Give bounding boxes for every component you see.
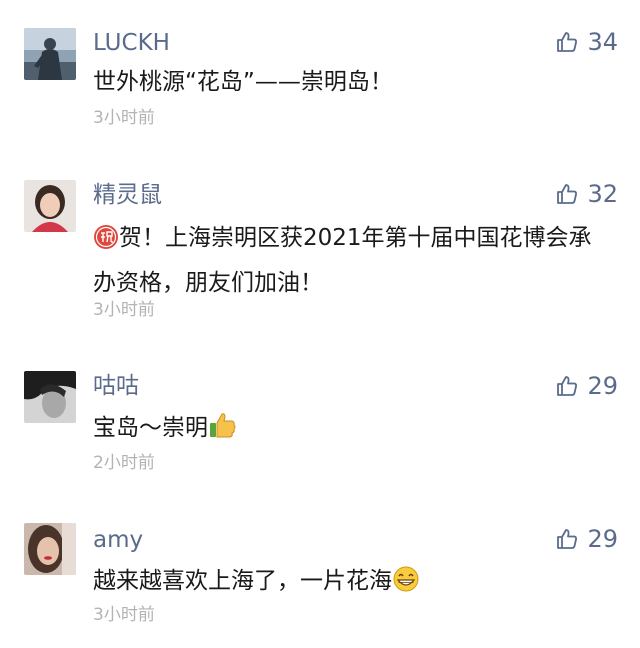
username[interactable]: 咕咕 [93, 372, 139, 400]
like-button[interactable]: 29 [555, 372, 618, 400]
comment-text: 世外桃源“花岛”——崇明岛！ [93, 69, 393, 95]
username[interactable]: LUCKH [93, 29, 170, 57]
comment-text: 贺！上海崇明区获2021年第十届中国花博会承办资格，朋友们加油！ [93, 218, 613, 303]
comment-text-content: 宝岛～崇明 [93, 415, 208, 441]
like-button[interactable]: 34 [555, 28, 618, 56]
comment-text: 越来越喜欢上海了，一片花海 [93, 561, 613, 606]
congratulations-emoji [93, 223, 119, 263]
comment-text-content: 贺！上海崇明区获2021年第十届中国花博会承办资格，朋友们加油！ [93, 225, 592, 296]
like-button[interactable]: 29 [555, 525, 618, 553]
thumbs-up-icon [557, 529, 578, 549]
avatar[interactable] [24, 180, 76, 232]
timestamp: 3小时前 [93, 605, 155, 625]
comment-text: 宝岛～崇明 [93, 408, 613, 453]
thumbs-up-icon [557, 32, 578, 52]
like-count: 34 [587, 28, 618, 56]
thumbs-up-icon [557, 376, 578, 396]
like-count: 29 [587, 525, 618, 553]
thumbs-up-icon [557, 184, 578, 204]
username[interactable]: 精灵鼠 [93, 181, 162, 209]
timestamp: 3小时前 [93, 108, 155, 128]
thumbs-up-emoji [208, 410, 238, 453]
like-count: 32 [587, 180, 618, 208]
comment-text-content: 越来越喜欢上海了，一片花海 [93, 568, 392, 594]
like-button[interactable]: 32 [555, 180, 618, 208]
avatar[interactable] [24, 523, 76, 575]
timestamp: 3小时前 [93, 300, 155, 320]
like-count: 29 [587, 372, 618, 400]
comment-feed: LUCKH 34 世外桃源“花岛”——崇明岛！ 3小时前 精灵鼠 32 贺！上海… [0, 0, 640, 648]
username[interactable]: amy [93, 526, 143, 554]
avatar[interactable] [24, 28, 76, 80]
grin-emoji [392, 565, 420, 606]
avatar[interactable] [24, 371, 76, 423]
timestamp: 2小时前 [93, 453, 155, 473]
